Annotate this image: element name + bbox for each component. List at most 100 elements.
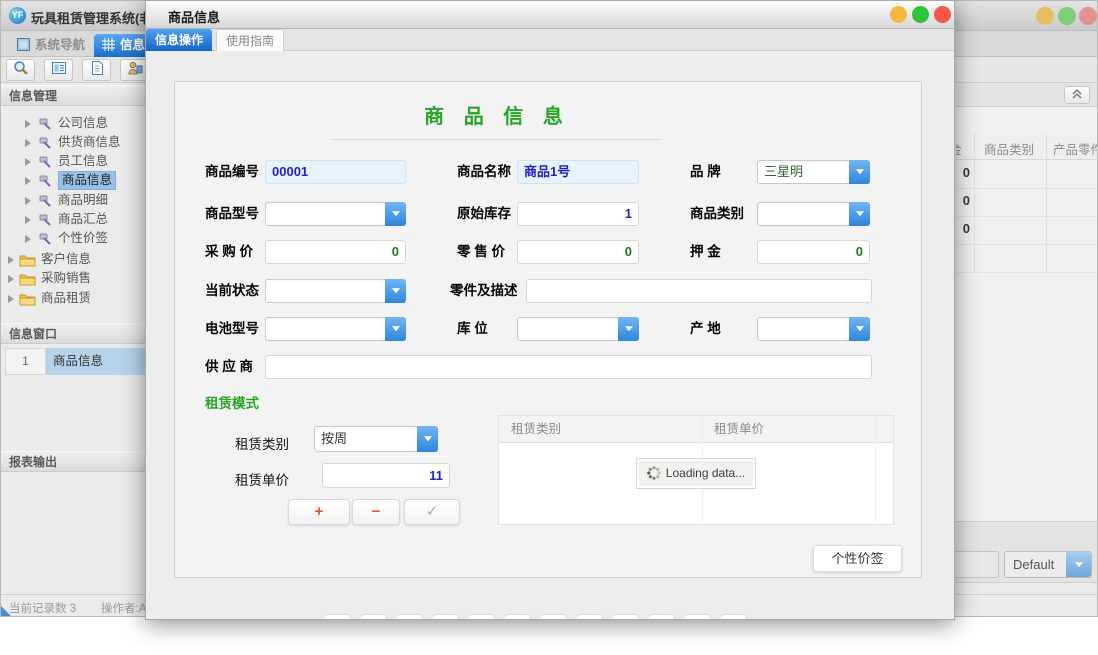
status-dropdown[interactable]: [265, 279, 406, 303]
sidebar-item-employee-info[interactable]: 员工信息: [1, 152, 146, 171]
dialog-minimize-button[interactable]: [890, 6, 907, 23]
user-icon: [127, 63, 143, 80]
table-row[interactable]: 0: [956, 216, 1098, 244]
chevron-down-icon[interactable]: [849, 202, 870, 226]
chevron-down-icon[interactable]: [849, 317, 870, 341]
label-rental-price: 租赁单价: [235, 468, 289, 493]
expand-arrow-icon[interactable]: [25, 177, 31, 185]
product-no-input[interactable]: 00001: [265, 160, 406, 184]
label-category: 商品类别: [690, 202, 744, 226]
dialog-bottom-button[interactable]: [647, 614, 675, 620]
chevron-down-icon[interactable]: [385, 279, 406, 303]
chevron-down-icon[interactable]: [849, 160, 870, 184]
chevron-down-icon[interactable]: [385, 317, 406, 341]
app-close-button[interactable]: [1079, 7, 1097, 25]
expand-arrow-icon[interactable]: [25, 158, 31, 166]
dialog-titlebar[interactable]: 商品信息: [146, 1, 954, 29]
dialog-bottom-button[interactable]: [503, 614, 531, 620]
deposit-input[interactable]: 0: [757, 240, 870, 264]
dialog-bottom-button[interactable]: [539, 614, 567, 620]
collapse-panel-button[interactable]: [1064, 86, 1090, 104]
parts-desc-input[interactable]: [526, 279, 872, 303]
sidebar-item-label: 个性价签: [58, 229, 108, 248]
slot-dropdown[interactable]: [517, 317, 639, 341]
sidebar-item-product-info[interactable]: 商品信息: [1, 171, 146, 190]
add-rental-button[interactable]: +: [288, 499, 350, 525]
dialog-tabbar: 信息操作 使用指南: [146, 29, 954, 51]
dialog-bottom-button[interactable]: [467, 614, 495, 620]
dialog-bottom-button[interactable]: [359, 614, 387, 620]
tab-info-operation[interactable]: 信息操作: [146, 29, 212, 51]
dialog-bottom-button[interactable]: [719, 614, 747, 620]
dialog-maximize-button[interactable]: [912, 6, 929, 23]
tab-user-guide[interactable]: 使用指南: [216, 29, 284, 51]
expand-arrow-icon[interactable]: [25, 139, 31, 147]
table-row[interactable]: 0: [956, 188, 1098, 216]
price-tag-button[interactable]: 个性价签: [813, 545, 902, 572]
supplier-input[interactable]: [265, 355, 872, 379]
rental-grid-header: 租赁类别 租赁单价: [499, 416, 893, 443]
expand-arrow-icon[interactable]: [25, 197, 31, 205]
battery-dropdown[interactable]: [265, 317, 406, 341]
app-maximize-button[interactable]: [1058, 7, 1076, 25]
purchase-price-input[interactable]: 0: [265, 240, 406, 264]
sidebar-item-product-summary[interactable]: 商品汇总: [1, 210, 146, 229]
expand-arrow-icon[interactable]: [25, 235, 31, 243]
grid-icon: [102, 36, 115, 59]
label-stock: 原始库存: [457, 202, 511, 226]
loading-indicator: Loading data...: [636, 458, 756, 489]
default-select[interactable]: Default: [1004, 551, 1092, 578]
rental-type-value: 按周: [321, 427, 414, 451]
spinner-icon: [647, 462, 661, 491]
rental-type-dropdown[interactable]: 按周: [314, 426, 438, 452]
remove-rental-button[interactable]: −: [352, 499, 400, 525]
retail-price-input[interactable]: 0: [517, 240, 639, 264]
label-product-name: 商品名称: [457, 160, 511, 184]
dialog-close-button[interactable]: [934, 6, 951, 23]
chevron-down-icon[interactable]: [417, 426, 438, 452]
stock-input[interactable]: 1: [517, 202, 639, 226]
expand-arrow-icon[interactable]: [8, 256, 14, 264]
app-minimize-button[interactable]: [1036, 7, 1054, 25]
section-header-report-output[interactable]: 报表输出: [1, 451, 146, 472]
tab-system-nav[interactable]: 系统导航: [9, 34, 93, 57]
document-button[interactable]: [82, 59, 111, 81]
sidebar-folder-purchase-sales[interactable]: 采购销售: [1, 269, 146, 288]
dialog-bottom-button[interactable]: [575, 614, 603, 620]
sidebar-folder-customer-info[interactable]: 客户信息: [1, 250, 146, 269]
expand-arrow-icon[interactable]: [8, 275, 14, 283]
confirm-rental-button[interactable]: ✓: [404, 499, 460, 525]
section-header-info-mgmt[interactable]: 信息管理: [1, 85, 146, 106]
sidebar-item-label: 商品汇总: [58, 210, 108, 229]
search-button[interactable]: [6, 59, 35, 81]
model-dropdown[interactable]: [265, 202, 406, 226]
dialog-bottom-button[interactable]: [611, 614, 639, 620]
expand-arrow-icon[interactable]: [25, 216, 31, 224]
expand-arrow-icon[interactable]: [8, 295, 14, 303]
brand-dropdown[interactable]: 三星明: [757, 160, 870, 184]
chevron-down-icon[interactable]: [385, 202, 406, 226]
chevron-down-icon[interactable]: [1066, 552, 1091, 577]
sidebar-item-price-tag[interactable]: 个性价签: [1, 229, 146, 248]
origin-dropdown[interactable]: [757, 317, 870, 341]
operator: 操作者:A: [101, 600, 146, 616]
dialog-bottom-button[interactable]: [323, 614, 351, 620]
expand-arrow-icon[interactable]: [25, 120, 31, 128]
sidebar-item-product-detail[interactable]: 商品明细: [1, 191, 146, 210]
category-dropdown[interactable]: [757, 202, 870, 226]
form-list-button[interactable]: [44, 59, 73, 81]
table-row[interactable]: 0: [956, 160, 1098, 188]
sidebar-item-company-info[interactable]: 公司信息: [1, 114, 146, 133]
dialog-bottom-button[interactable]: [431, 614, 459, 620]
section-header-info-window[interactable]: 信息窗口: [1, 323, 146, 344]
chevron-down-icon[interactable]: [618, 317, 639, 341]
grid-row-divider: [956, 272, 1098, 273]
dialog-bottom-button[interactable]: [683, 614, 711, 620]
rental-price-input[interactable]: 11: [322, 463, 450, 488]
info-window-row[interactable]: 商品信息: [46, 348, 145, 375]
product-name-input[interactable]: 商品1号: [517, 160, 639, 184]
sidebar-folder-product-rental[interactable]: 商品租赁: [1, 289, 146, 308]
dialog-bottom-button[interactable]: [395, 614, 423, 620]
cell-value: 0: [956, 221, 970, 236]
sidebar-item-supplier-info[interactable]: 供货商信息: [1, 133, 146, 152]
